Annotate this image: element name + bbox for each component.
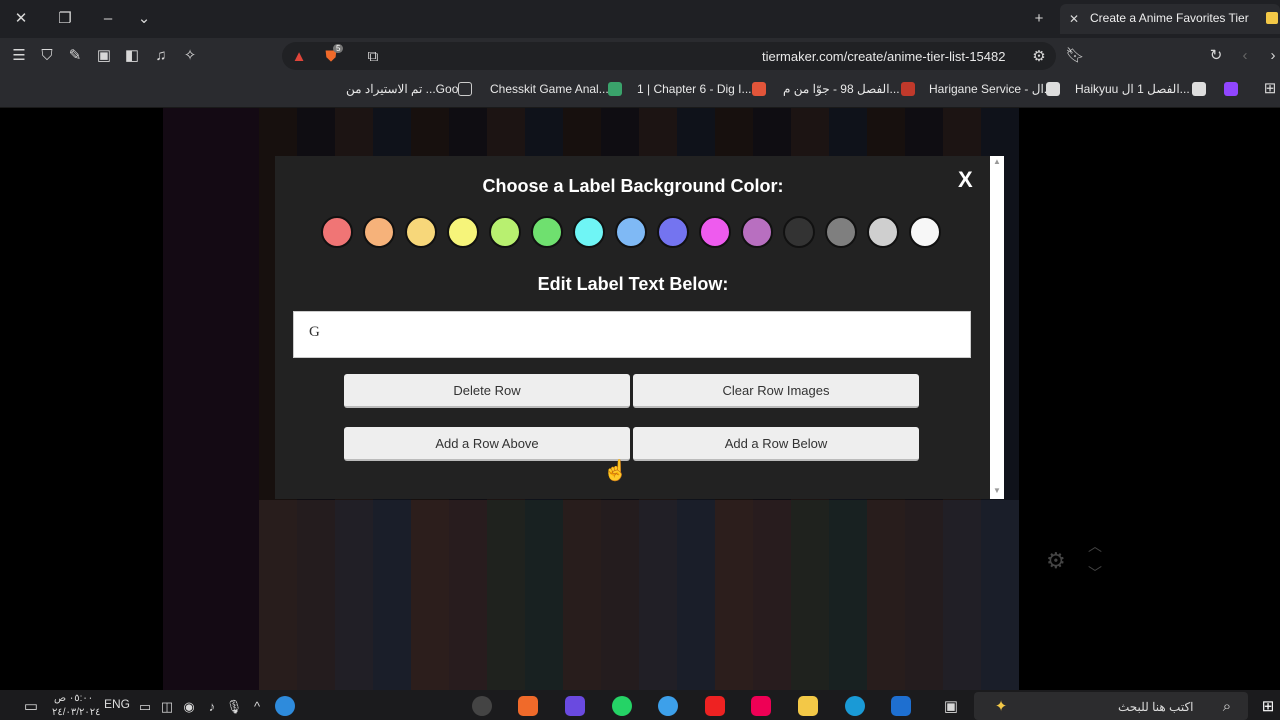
app-icon[interactable] — [565, 696, 585, 716]
modal-scrollbar[interactable] — [990, 156, 1004, 499]
bookmark-item[interactable]: 1 | Chapter 6 - Dig I... — [637, 82, 752, 96]
color-swatch[interactable] — [363, 216, 395, 248]
scroll-up-icon[interactable]: ▲ — [993, 157, 1001, 166]
search-icon[interactable]: ⌕ — [1216, 697, 1238, 717]
bookmark-item[interactable]: Haikyuu الفصل 1 ال... — [1075, 82, 1190, 96]
scroll-down-icon[interactable]: ▼ — [993, 486, 1001, 495]
help-icon[interactable] — [275, 696, 295, 716]
tab-bar: ✕ ❐ – ⌄ + ✕ Create a Anime Favorites Tie… — [0, 0, 1280, 38]
notifications-icon[interactable]: ▭ — [20, 697, 42, 717]
folder-icon — [458, 82, 472, 96]
close-window-icon[interactable]: ✕ — [10, 9, 32, 29]
chess-icon — [608, 82, 622, 96]
delete-row-button[interactable]: Delete Row — [344, 374, 630, 408]
bookmark-item[interactable]: تم الاستيراد من ...Goo — [346, 82, 458, 96]
color-swatch[interactable] — [447, 216, 479, 248]
copilot-icon[interactable]: ✦ — [990, 697, 1012, 717]
music-icon[interactable]: ♫ — [150, 46, 172, 66]
close-tab-icon[interactable]: ✕ — [1063, 9, 1085, 29]
bookmark-item[interactable]: Harigane Service - ال... — [929, 82, 1054, 96]
display-icon[interactable]: ▭ — [134, 697, 156, 717]
clock-date[interactable]: ٢٤/٠٣/٢٠٢٤ — [52, 707, 101, 718]
mail-icon[interactable] — [891, 696, 911, 716]
color-swatch[interactable] — [657, 216, 689, 248]
network-icon[interactable]: ◫ — [156, 697, 178, 717]
bookmark-icon[interactable]: 🔖︎ — [1064, 46, 1086, 66]
edit-label-heading: Edit Label Text Below: — [537, 274, 729, 294]
brave-icon[interactable] — [518, 696, 538, 716]
taskbar-search[interactable] — [974, 692, 1248, 720]
color-swatch[interactable] — [867, 216, 899, 248]
settings-gear-icon[interactable]: ⚙ — [1046, 548, 1066, 574]
obs-icon[interactable] — [472, 696, 492, 716]
clock-time[interactable]: ٠٥:٠٠ ص — [54, 693, 93, 704]
file-explorer-icon[interactable] — [798, 696, 818, 716]
image-pool — [259, 500, 1019, 690]
task-view-icon[interactable]: ▣ — [940, 697, 962, 717]
color-swatch[interactable] — [825, 216, 857, 248]
minimize-icon[interactable]: – — [97, 9, 119, 29]
site-favicon-icon — [901, 82, 915, 96]
chevron-up-icon[interactable]: ^ — [246, 697, 268, 717]
site-favicon-icon — [1192, 82, 1206, 96]
move-down-icon[interactable]: ﹀ — [1088, 563, 1102, 583]
chrome-icon[interactable] — [658, 696, 678, 716]
back-icon[interactable]: ‹ — [1234, 46, 1256, 66]
add-row-below-button[interactable]: Add a Row Below — [633, 427, 919, 461]
site-info-icon[interactable]: ⧉ — [362, 47, 384, 67]
reload-icon[interactable]: ↻ — [1205, 46, 1227, 66]
bookmark-item[interactable]: Chesskit Game Anal... — [490, 82, 609, 96]
color-swatch[interactable] — [573, 216, 605, 248]
label-text-input[interactable]: G — [293, 311, 971, 358]
extensions-icon[interactable]: ✧ — [179, 46, 201, 66]
youtube-icon[interactable] — [705, 696, 725, 716]
shield-icon[interactable]: ⛉ — [36, 46, 58, 66]
grid-icon[interactable]: ⊞ — [1259, 79, 1280, 99]
color-swatch[interactable] — [783, 216, 815, 248]
new-tab-icon[interactable]: + — [1028, 9, 1050, 29]
clear-row-images-button[interactable]: Clear Row Images — [633, 374, 919, 408]
color-swatch[interactable] — [909, 216, 941, 248]
volume-icon[interactable]: ♪ — [201, 697, 223, 717]
microphone-icon[interactable]: 🎙︎ — [223, 697, 245, 717]
brave-rewards-icon[interactable]: ▲ — [288, 47, 310, 67]
color-swatch[interactable] — [531, 216, 563, 248]
color-heading: Choose a Label Background Color: — [482, 176, 784, 196]
add-row-above-button[interactable]: Add a Row Above — [344, 427, 630, 461]
tab-favicon-icon — [1266, 12, 1278, 24]
edge-icon[interactable] — [845, 696, 865, 716]
url-text[interactable]: tiermaker.com/create/anime-tier-list-154… — [762, 49, 1005, 64]
left-panel — [163, 108, 259, 690]
site-favicon-icon — [752, 82, 766, 96]
color-swatch[interactable] — [699, 216, 731, 248]
color-swatch[interactable] — [405, 216, 437, 248]
site-favicon-icon — [1046, 82, 1060, 96]
color-swatch[interactable] — [321, 216, 353, 248]
tune-icon[interactable]: ⚙ — [1028, 47, 1050, 67]
office-icon[interactable] — [751, 696, 771, 716]
sidebar-icon[interactable]: ◧ — [121, 46, 143, 66]
forward-icon[interactable]: › — [1262, 46, 1280, 66]
chevron-down-icon[interactable]: ⌄ — [133, 9, 155, 29]
search-placeholder: اكتب هنا للبحث — [1118, 700, 1194, 714]
move-up-icon[interactable]: ︿ — [1088, 536, 1102, 556]
wallet-icon[interactable]: ▣ — [93, 46, 115, 66]
color-swatch[interactable] — [489, 216, 521, 248]
pin-icon[interactable]: ✎ — [64, 46, 86, 66]
windows-start-icon[interactable]: ⊞ — [1257, 697, 1279, 717]
whatsapp-icon[interactable] — [612, 696, 632, 716]
language-indicator[interactable]: ENG — [104, 697, 130, 711]
color-swatch[interactable] — [615, 216, 647, 248]
menu-icon[interactable]: ☰ — [8, 46, 30, 66]
tab-overview-icon[interactable]: ❐ — [54, 9, 76, 29]
camera-icon[interactable]: ◉ — [178, 697, 200, 717]
bookmark-item[interactable]: الفصل 98 - جوّا من م... — [783, 82, 900, 96]
tab-title: Create a Anime Favorites Tier Lis — [1090, 11, 1252, 25]
mouse-cursor-icon: ☝ — [603, 460, 628, 482]
color-swatch[interactable] — [741, 216, 773, 248]
twitch-icon[interactable] — [1224, 82, 1238, 96]
